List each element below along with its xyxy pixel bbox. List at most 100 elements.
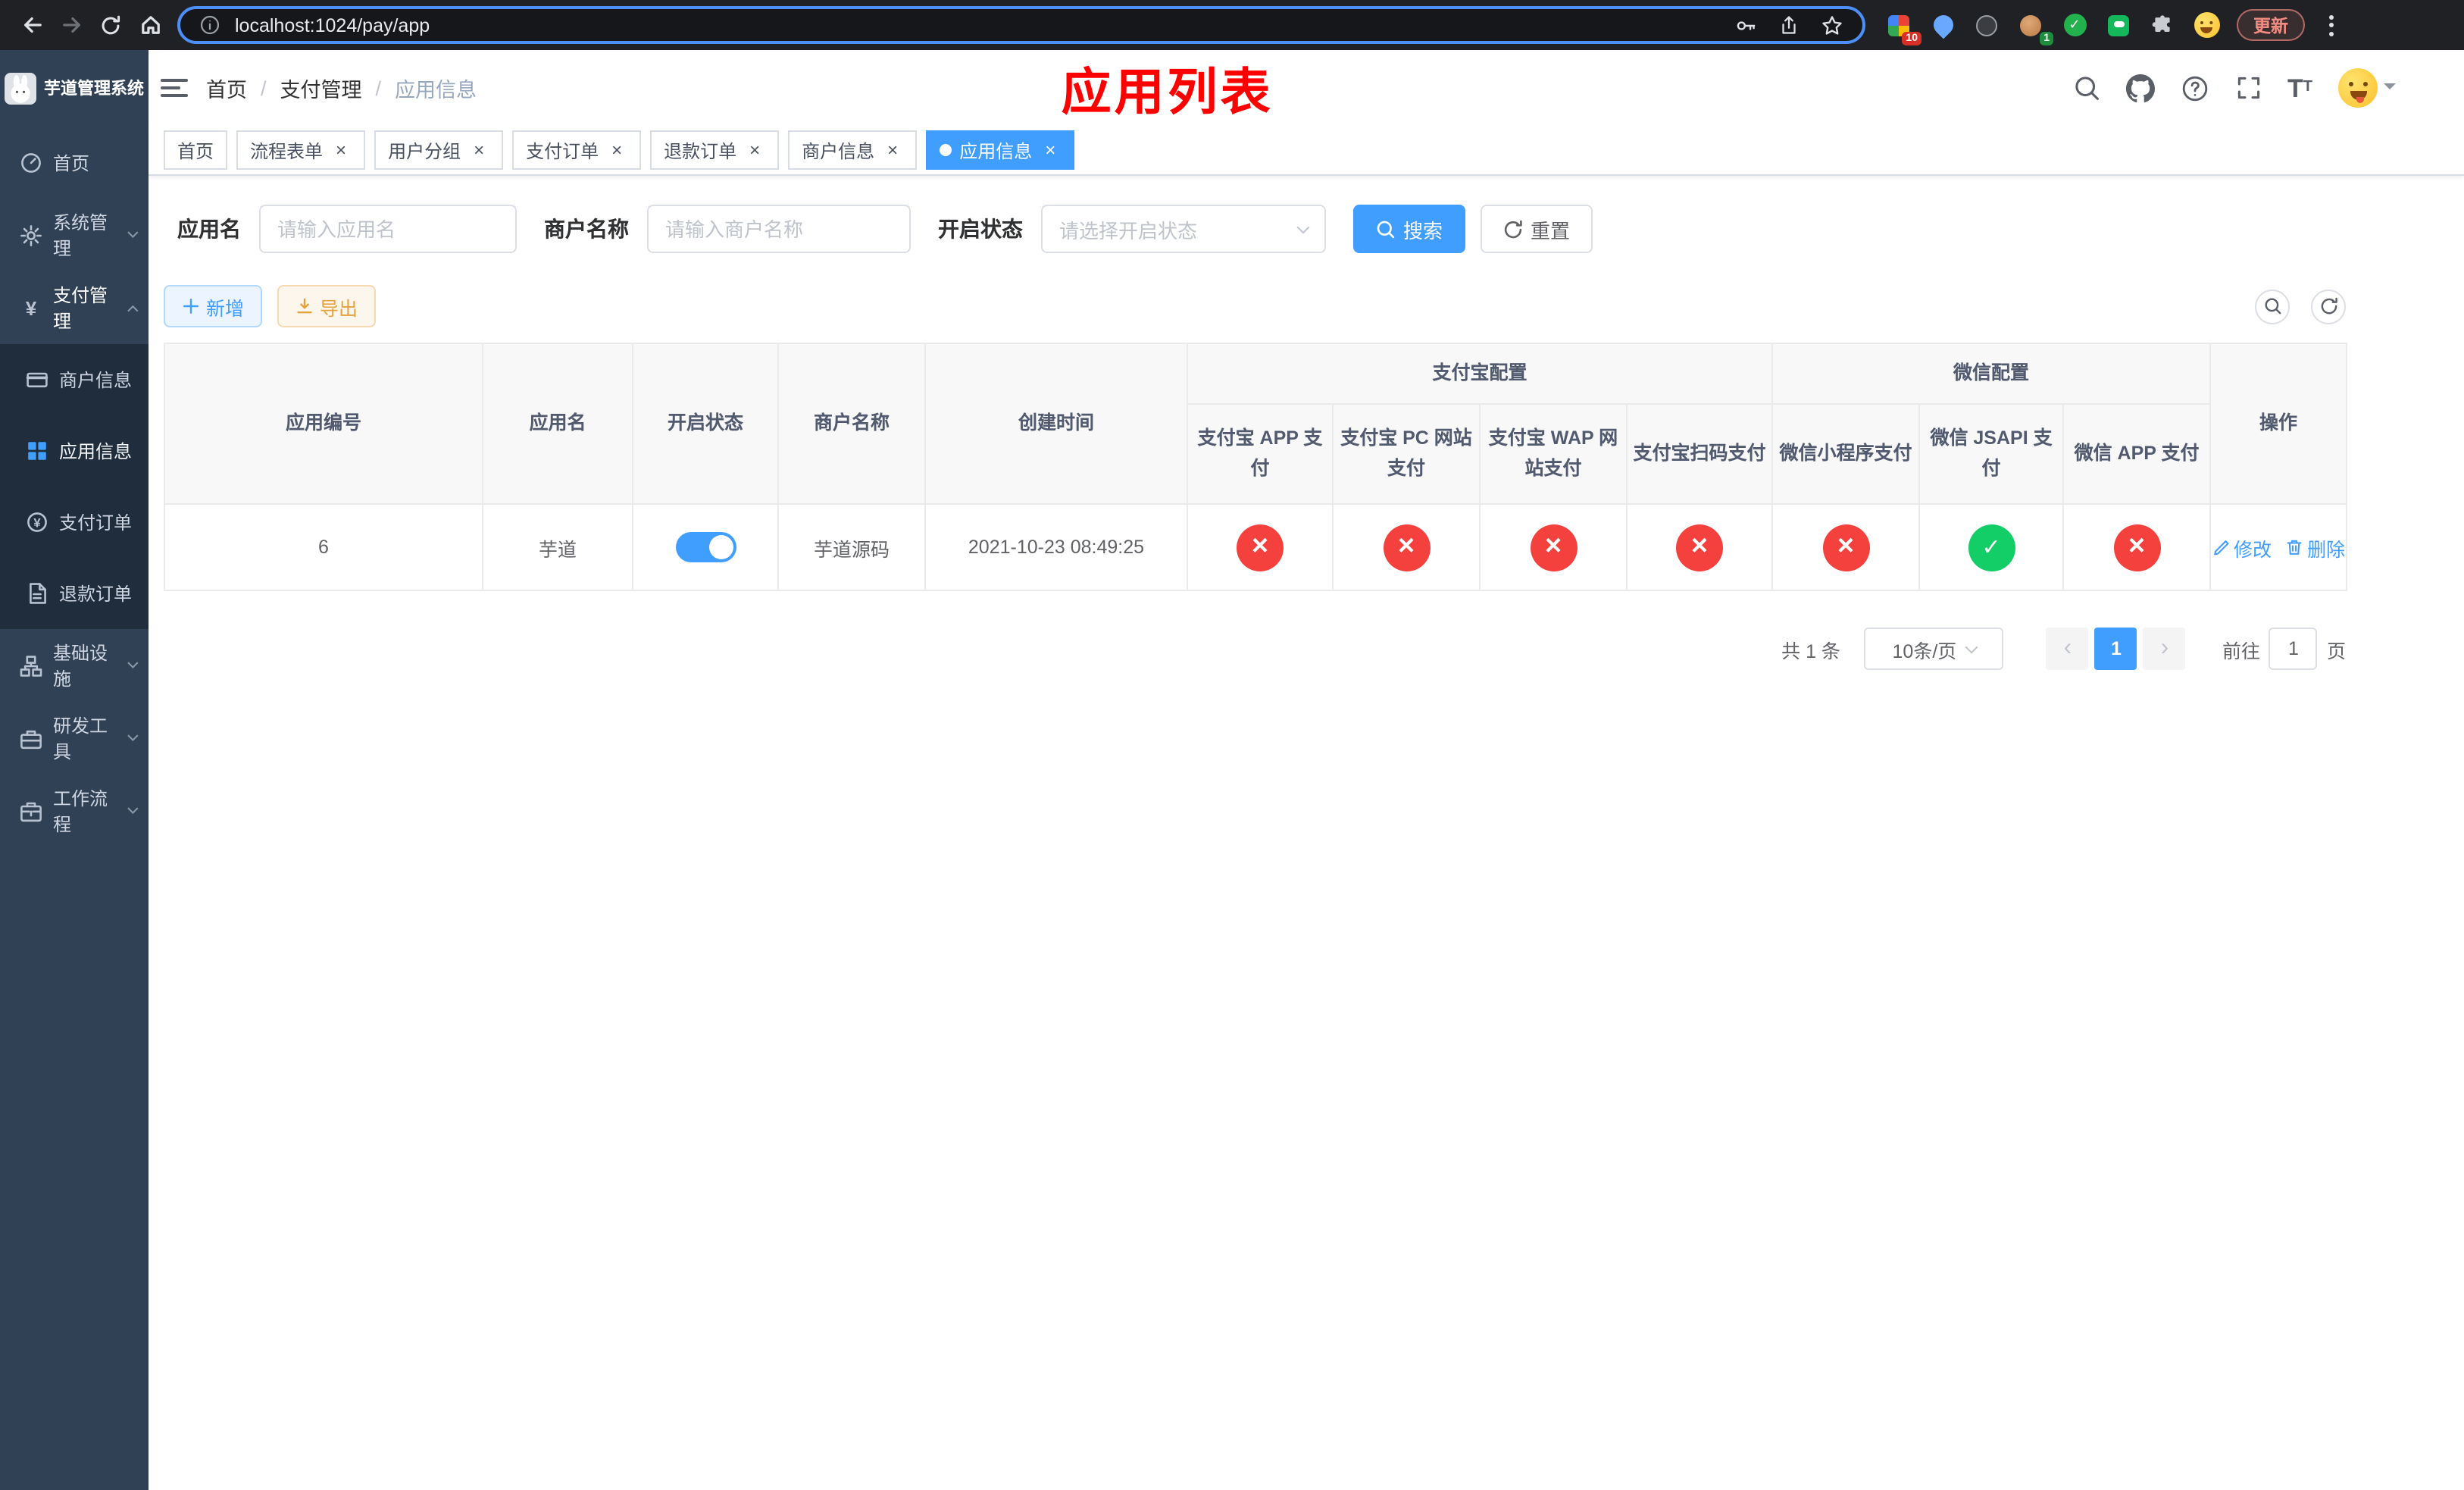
col-header-actions: 操作 — [2209, 343, 2348, 505]
breadcrumb-home[interactable]: 首页 — [206, 73, 247, 103]
close-icon[interactable] — [1040, 139, 1061, 161]
delete-link-label: 删除 — [2307, 539, 2346, 560]
drop-extension-icon[interactable] — [1928, 10, 1958, 40]
page-title: 应用列表 — [1061, 64, 1274, 120]
screen: localhost:1024/pay/app 10 1 ✓ 更新 芋道管理系统 … — [0, 0, 2464, 1490]
font-size-icon[interactable]: TT — [2287, 75, 2312, 101]
tab-app-info[interactable]: 应用信息 — [926, 130, 1075, 170]
sidebar-item-dev-tools[interactable]: 研发工具 — [0, 702, 149, 775]
chevron-down-icon — [1296, 220, 1310, 233]
tab-home[interactable]: 首页 — [164, 130, 228, 170]
cell-status — [632, 503, 779, 591]
close-icon[interactable] — [606, 139, 627, 161]
col-header-wx-lite: 微信小程序支付 — [1771, 403, 1921, 505]
merchant-name-input[interactable] — [647, 205, 911, 253]
status-toggle[interactable] — [675, 532, 736, 562]
col-header-alipay-qr: 支付宝扫码支付 — [1625, 403, 1774, 505]
password-key-icon[interactable] — [1734, 13, 1758, 37]
sidebar-item-label: 退款订单 — [59, 584, 133, 605]
close-icon[interactable] — [330, 139, 352, 161]
chat-extension-icon[interactable] — [2103, 10, 2134, 40]
search-form: 应用名 商户名称 开启状态 请选择开启状态 搜索 重置 — [177, 205, 2464, 253]
add-button[interactable]: 新增 — [164, 285, 263, 327]
close-icon[interactable] — [468, 139, 489, 161]
status-select[interactable]: 请选择开启状态 — [1041, 205, 1326, 253]
refresh-icon[interactable] — [2311, 289, 2346, 324]
browser-avatar[interactable] — [2191, 10, 2222, 40]
delete-link[interactable]: 删除 — [2285, 533, 2345, 562]
green-check-extension-icon[interactable] — [2059, 10, 2090, 40]
apps-extension-icon[interactable]: 10 — [1884, 10, 1921, 45]
extensions-puzzle-icon[interactable] — [2147, 10, 2178, 40]
sidebar-item-payment[interactable]: ¥ 支付管理 — [0, 271, 149, 344]
sidebar-item-merchant-info[interactable]: 商户信息 — [0, 344, 149, 415]
edit-link[interactable]: 修改 — [2212, 533, 2272, 562]
close-icon[interactable] — [882, 139, 903, 161]
sidebar-item-infrastructure[interactable]: 基础设施 — [0, 629, 149, 702]
row-actions: 修改 删除 — [2211, 533, 2346, 562]
tab-refund-orders[interactable]: 退款订单 — [650, 130, 780, 170]
tab-pay-orders[interactable]: 支付订单 — [512, 130, 642, 170]
goto-page: 前往 页 — [2222, 628, 2346, 670]
col-header-alipay-wap: 支付宝 WAP 网站支付 — [1479, 403, 1628, 505]
site-info-icon[interactable] — [199, 14, 221, 36]
sidebar-item-label: 支付管理 — [53, 285, 108, 332]
toggle-search-icon[interactable] — [2255, 289, 2290, 324]
goto-unit: 页 — [2326, 640, 2346, 662]
github-icon[interactable] — [2125, 74, 2154, 102]
col-header-wx-jsapi: 微信 JSAPI 支付 — [1918, 403, 2065, 505]
col-header-merchant: 商户名称 — [777, 343, 926, 505]
chevron-down-icon — [127, 730, 139, 742]
sidebar-item-app-info[interactable]: 应用信息 — [0, 415, 149, 487]
bookmark-star-icon[interactable] — [1820, 13, 1844, 37]
fullscreen-icon[interactable] — [2234, 74, 2262, 102]
browser-reload-icon[interactable] — [91, 5, 130, 45]
content: 应用名 商户名称 开启状态 请选择开启状态 搜索 重置 — [149, 176, 2464, 1490]
sidebar-item-label: 商户信息 — [59, 370, 133, 391]
user-avatar[interactable] — [2338, 68, 2396, 108]
yen-icon: ¥ — [20, 296, 42, 319]
goto-page-input[interactable] — [2269, 628, 2318, 670]
alipay-app-status-icon — [1237, 524, 1284, 571]
browser-update-button[interactable]: 更新 — [2237, 9, 2305, 41]
browser-forward-icon[interactable] — [52, 5, 91, 45]
wx-app-status-icon — [2113, 524, 2161, 571]
share-icon[interactable] — [1778, 14, 1800, 36]
table-row: 6 芋道 芋道源码 2021-10-23 08:49:25 × × × × × … — [164, 503, 2348, 591]
page-size-select[interactable]: 10条/页 — [1864, 628, 2004, 670]
export-button[interactable]: 导出 — [277, 285, 377, 327]
tab-merchant-info[interactable]: 商户信息 — [788, 130, 918, 170]
collapse-sidebar-icon[interactable] — [161, 73, 188, 104]
browser-menu-icon[interactable] — [2315, 7, 2346, 43]
status-label: 开启状态 — [938, 217, 1023, 241]
reset-button[interactable]: 重置 — [1481, 205, 1593, 253]
sidebar-item-pay-orders[interactable]: ¥ 支付订单 — [0, 487, 149, 558]
dark-extension-icon[interactable] — [1972, 10, 2002, 40]
sidebar-item-home[interactable]: 首页 — [0, 126, 149, 199]
col-header-wx-app: 微信 APP 支付 — [2062, 403, 2212, 505]
help-icon[interactable] — [2180, 74, 2209, 102]
prev-page-button[interactable] — [2046, 628, 2089, 670]
profile-extension-icon[interactable]: 1 — [2015, 10, 2053, 45]
app-name-input[interactable] — [259, 205, 517, 253]
search-button[interactable]: 搜索 — [1353, 205, 1466, 253]
address-bar[interactable]: localhost:1024/pay/app — [177, 6, 1865, 44]
search-icon[interactable] — [2072, 74, 2100, 102]
current-page-button[interactable]: 1 — [2094, 628, 2137, 670]
chevron-down-icon — [127, 657, 139, 669]
sidebar-item-refund-orders[interactable]: 退款订单 — [0, 558, 149, 629]
breadcrumb-section[interactable]: 支付管理 — [280, 73, 362, 103]
extension-badge: 1 — [2040, 31, 2053, 45]
browser-back-icon[interactable] — [12, 5, 52, 45]
tab-user-group[interactable]: 用户分组 — [374, 130, 504, 170]
tab-process-form[interactable]: 流程表单 — [236, 130, 366, 170]
sidebar-item-system[interactable]: 系统管理 — [0, 199, 149, 271]
close-icon[interactable] — [744, 139, 765, 161]
active-dot — [940, 144, 952, 156]
browser-home-icon[interactable] — [130, 5, 170, 45]
app-name-label: 应用名 — [177, 217, 241, 241]
sidebar-item-workflow[interactable]: 工作流程 — [0, 775, 149, 847]
sidebar-item-label: 工作流程 — [53, 788, 108, 835]
wx-jsapi-status-icon — [1968, 524, 2015, 571]
next-page-button[interactable] — [2143, 628, 2186, 670]
